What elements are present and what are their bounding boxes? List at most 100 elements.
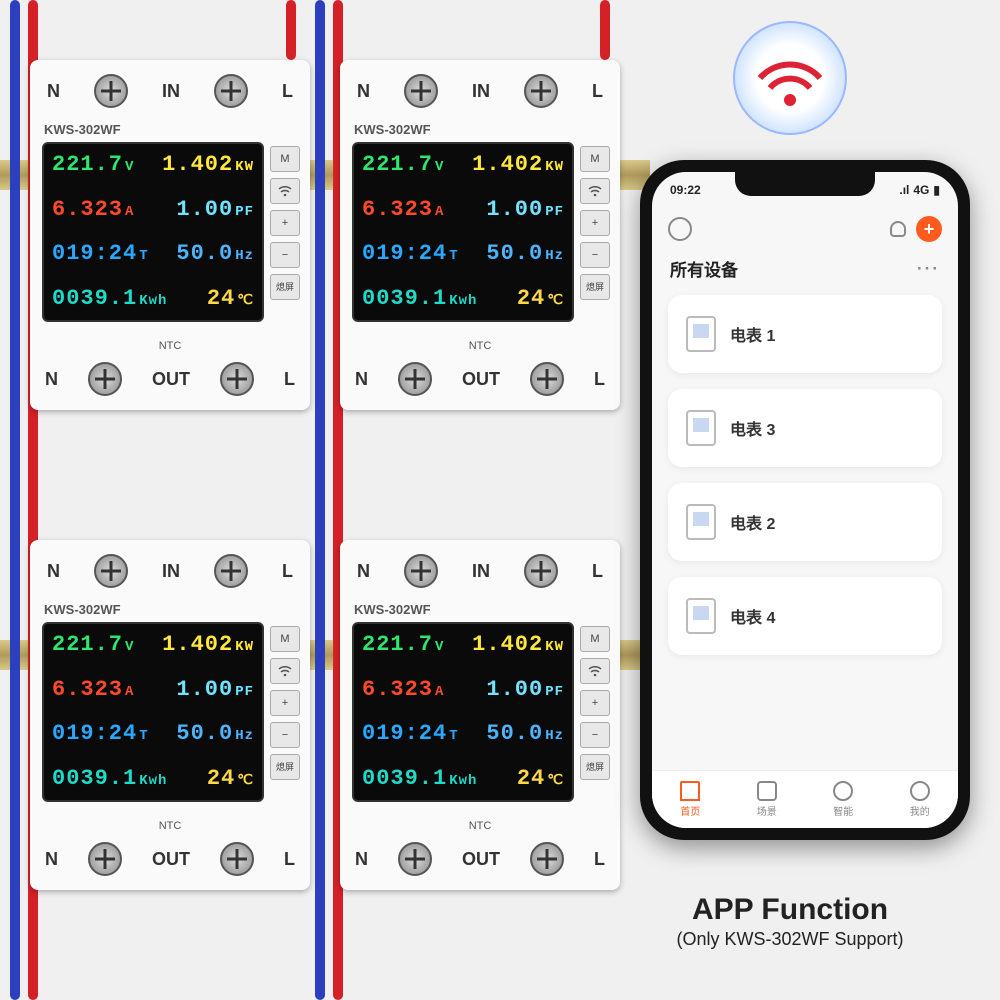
terminal-l: L [594, 369, 605, 390]
device-name: 电表 1 [730, 322, 775, 346]
caption-title: APP Function [620, 893, 960, 927]
terminal-l: L [284, 849, 295, 870]
terminal-l: L [594, 849, 605, 870]
device-name: 电表 2 [730, 510, 775, 534]
signal-icon: .ıl [899, 183, 909, 197]
battery-icon: ▮ [933, 183, 940, 197]
terminal-in: IN [472, 561, 490, 582]
wifi-button[interactable] [580, 178, 610, 204]
meter-device-3: N IN L KWS-302WF 221.7V1.402KW 6.323A1.0… [30, 540, 310, 890]
profile-icon[interactable] [668, 217, 692, 241]
screen-off-button[interactable]: 熄屏 [580, 274, 610, 300]
terminal-out: OUT [462, 369, 500, 390]
tab-scene[interactable]: 场景 [757, 781, 777, 818]
plus-button[interactable]: + [580, 210, 610, 236]
minus-button[interactable]: − [580, 722, 610, 748]
mode-button[interactable]: M [580, 626, 610, 652]
phone-notch [735, 172, 875, 196]
terminal-l: L [592, 81, 603, 102]
meter-icon [686, 598, 716, 634]
device-name: 电表 3 [730, 416, 775, 440]
model-label: KWS-302WF [354, 602, 431, 617]
wifi-button[interactable] [580, 658, 610, 684]
screw-icon [524, 554, 558, 588]
terminal-n: N [45, 849, 58, 870]
mode-button[interactable]: M [580, 146, 610, 172]
more-icon[interactable]: ··· [917, 259, 940, 279]
terminal-l: L [282, 561, 293, 582]
plus-button[interactable]: + [580, 690, 610, 716]
screw-icon [94, 74, 128, 108]
minus-button[interactable]: − [270, 242, 300, 268]
ntc-label: NTC [159, 820, 182, 832]
meter-icon [686, 504, 716, 540]
meter-icon [686, 316, 716, 352]
caption: APP Function (Only KWS-302WF Support) [620, 893, 960, 950]
terminal-n: N [45, 369, 58, 390]
mode-button[interactable]: M [270, 146, 300, 172]
lcd-display: 221.7V1.402KW 6.323A1.00PF 019:24T50.0Hz… [352, 622, 574, 802]
terminal-out: OUT [152, 369, 190, 390]
screw-icon [530, 842, 564, 876]
meter-icon [686, 410, 716, 446]
caption-sub: (Only KWS-302WF Support) [620, 929, 960, 950]
minus-button[interactable]: − [580, 242, 610, 268]
screw-icon [94, 554, 128, 588]
screw-icon [530, 362, 564, 396]
device-card[interactable]: 电表 1 [668, 295, 942, 373]
terminal-in: IN [162, 561, 180, 582]
status-time: 09:22 [670, 183, 701, 197]
section-title: 所有设备 [670, 256, 738, 281]
carrier-label: 4G [913, 183, 929, 197]
plus-button[interactable]: + [270, 210, 300, 236]
terminal-n: N [357, 81, 370, 102]
terminal-l: L [284, 369, 295, 390]
plus-button[interactable]: + [270, 690, 300, 716]
device-card[interactable]: 电表 4 [668, 577, 942, 655]
phone-screen: 09:22 .ıl 4G ▮ + 所有设备 ··· 电表 1 [652, 172, 958, 828]
screen-off-button[interactable]: 熄屏 [270, 754, 300, 780]
model-label: KWS-302WF [354, 122, 431, 137]
tab-mine[interactable]: 我的 [910, 781, 930, 818]
phone-mockup: 09:22 .ıl 4G ▮ + 所有设备 ··· 电表 1 [640, 160, 970, 840]
wifi-button[interactable] [270, 658, 300, 684]
terminal-n: N [355, 849, 368, 870]
app-header: + [652, 208, 958, 250]
screw-icon [88, 362, 122, 396]
terminal-out: OUT [152, 849, 190, 870]
lcd-display: 221.7V1.402KW 6.323A1.00PF 019:24T50.0Hz… [42, 622, 264, 802]
device-list: 电表 1 电表 3 电表 2 电表 4 [652, 287, 958, 735]
wifi-button[interactable] [270, 178, 300, 204]
screw-icon [398, 362, 432, 396]
device-card[interactable]: 电表 2 [668, 483, 942, 561]
screw-icon [214, 74, 248, 108]
terminal-in: IN [162, 81, 180, 102]
terminal-n: N [355, 369, 368, 390]
model-label: KWS-302WF [44, 122, 121, 137]
mode-button[interactable]: M [270, 626, 300, 652]
lcd-display: 221.7V1.402KW 6.323A1.00PF 019:24T50.0Hz… [42, 142, 264, 322]
screw-icon [404, 74, 438, 108]
screen-off-button[interactable]: 熄屏 [270, 274, 300, 300]
terminal-n: N [47, 81, 60, 102]
add-button[interactable]: + [916, 216, 942, 242]
tab-smart[interactable]: 智能 [833, 781, 853, 818]
mic-icon[interactable] [890, 221, 906, 237]
screw-icon [220, 362, 254, 396]
tab-home[interactable]: 首页 [680, 781, 700, 818]
screw-icon [88, 842, 122, 876]
meter-device-1: N IN L KWS-302WF 221.7V1.402KW 6.323A1.0… [30, 60, 310, 410]
device-card[interactable]: 电表 3 [668, 389, 942, 467]
screw-icon [220, 842, 254, 876]
screw-icon [398, 842, 432, 876]
screen-off-button[interactable]: 熄屏 [580, 754, 610, 780]
terminal-out: OUT [462, 849, 500, 870]
lcd-display: 221.7V1.402KW 6.323A1.00PF 019:24T50.0Hz… [352, 142, 574, 322]
terminal-l: L [282, 81, 293, 102]
terminal-in: IN [472, 81, 490, 102]
screw-icon [404, 554, 438, 588]
tab-bar: 首页 场景 智能 我的 [652, 770, 958, 828]
minus-button[interactable]: − [270, 722, 300, 748]
device-name: 电表 4 [730, 604, 775, 628]
terminal-l: L [592, 561, 603, 582]
